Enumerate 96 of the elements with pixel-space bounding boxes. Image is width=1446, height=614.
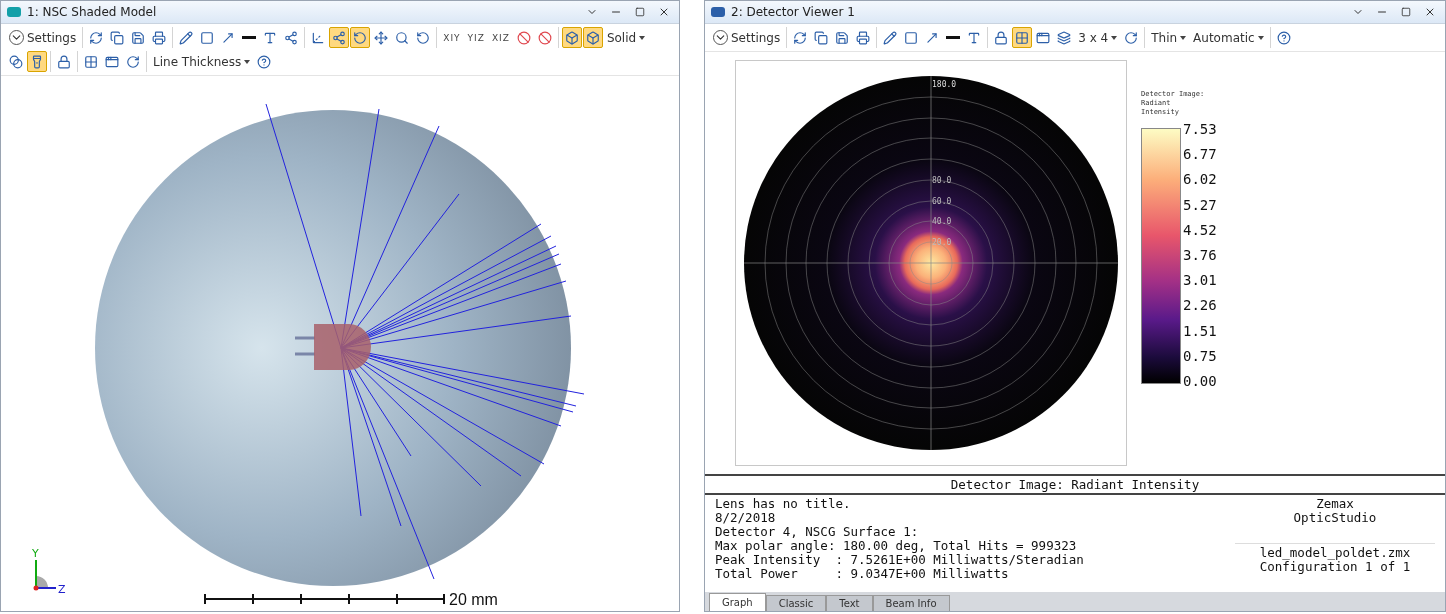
axes-3d-icon xyxy=(311,30,326,45)
report-line: Configuration 1 of 1 xyxy=(1259,560,1411,574)
dropdown-button[interactable]: Automatic xyxy=(1190,27,1267,48)
axis-triad-drawing xyxy=(33,559,57,591)
refresh-icon xyxy=(89,30,104,45)
view-button[interactable]: XIY xyxy=(440,32,464,43)
pencil-icon xyxy=(883,30,898,45)
square-icon xyxy=(200,30,215,45)
report-line: Total Power : 9.0347E+00 Milliwatts xyxy=(715,567,1010,581)
settings-button[interactable]: Settings xyxy=(6,27,80,48)
colorbar-tick-label: 7.53 xyxy=(1183,121,1217,137)
caret-icon xyxy=(1111,35,1118,40)
print-icon xyxy=(856,30,871,45)
report-line: led_model_poldet.zmx xyxy=(1259,546,1411,560)
caret-icon xyxy=(639,35,646,40)
rotate-icon xyxy=(353,30,368,45)
help-icon xyxy=(257,54,272,69)
report-line: 8/2/2018 xyxy=(715,511,777,525)
axis-label: Y xyxy=(32,547,39,560)
arrow-icon xyxy=(925,30,940,45)
windows-icon xyxy=(105,54,119,69)
windows-icon xyxy=(1036,30,1051,45)
rotate-button[interactable] xyxy=(350,27,371,48)
layers-icon xyxy=(1057,30,1072,45)
colorbar-tick-label: 2.26 xyxy=(1183,297,1217,314)
report-line: Zemax xyxy=(1316,497,1354,511)
window-title: 1: NSC Shaded Model xyxy=(27,5,158,19)
caret-icon xyxy=(244,59,251,64)
report-line: Detector 4, NSCG Surface 1: xyxy=(715,525,920,539)
grid-icon xyxy=(84,54,98,69)
colorbar-tick-label: 6.02 xyxy=(1183,171,1217,188)
polar-angle-label: 40.0 xyxy=(932,217,952,226)
cycle-icon xyxy=(1124,30,1139,45)
prohibited-icon xyxy=(516,30,531,45)
move-icon xyxy=(374,30,389,45)
grid-icon xyxy=(1015,30,1030,45)
polar-angle-label: 60.0 xyxy=(932,197,952,206)
dropdown-button[interactable]: Line Thickness xyxy=(150,51,254,72)
settings-button[interactable]: Settings xyxy=(710,27,784,48)
lock-icon xyxy=(57,54,71,69)
search-icon xyxy=(395,30,410,45)
report-line: Peak Intensity : 7.5261E+00 Milliwatts/Steradian xyxy=(715,553,1085,567)
window-icon xyxy=(711,7,725,17)
colorbar-tick-label: 3.76 xyxy=(1183,246,1217,263)
grid-button[interactable] xyxy=(1012,27,1033,48)
arrow-icon xyxy=(221,30,236,45)
window-icon xyxy=(7,7,21,17)
help-icon xyxy=(1276,30,1291,45)
tab[interactable]: Beam Info xyxy=(872,595,950,611)
report-heading: Detector Image: Radiant Intensity xyxy=(950,477,1200,492)
square-icon xyxy=(904,30,919,45)
colorbar-tick-label: 0.00 xyxy=(1183,372,1217,389)
window-title: 2: Detector Viewer 1 xyxy=(731,5,856,19)
axis-label: Z xyxy=(58,583,66,596)
cycle-icon xyxy=(126,54,140,69)
pencil-icon xyxy=(179,30,194,45)
dropdown-button[interactable]: 3 x 4 xyxy=(1075,27,1121,48)
colorbar-tick-label: 0.75 xyxy=(1183,347,1217,364)
colorbar-tick-label: 3.01 xyxy=(1183,272,1217,289)
refresh-icon xyxy=(793,30,808,45)
tab[interactable]: Graph xyxy=(709,593,766,611)
tab[interactable]: Classic xyxy=(765,595,827,611)
cube-icon xyxy=(564,30,579,45)
report-line: Max polar angle: 180.00 deg, Total Hits = 999323 xyxy=(715,539,1078,553)
prohibited-icon xyxy=(537,30,552,45)
letter-a-icon xyxy=(967,30,982,45)
colorbar-tick-label: 5.27 xyxy=(1183,196,1217,213)
report-line: OpticStudio xyxy=(1293,511,1377,525)
tab[interactable]: Text xyxy=(826,595,873,611)
flashlight-button[interactable] xyxy=(27,51,47,72)
colorbar-tick-label: 4.52 xyxy=(1183,221,1217,238)
cube-button[interactable] xyxy=(582,27,603,48)
polar-angle-label: 20.0 xyxy=(932,238,952,247)
report-line: Lens has no title. xyxy=(715,497,852,511)
copy-icon xyxy=(110,30,125,45)
scale-label: 20 mm xyxy=(449,591,498,608)
letter-a-icon xyxy=(263,30,278,45)
dropdown-button[interactable]: Thin xyxy=(1148,27,1190,48)
flashlight-icon xyxy=(30,54,44,69)
lock-icon xyxy=(994,30,1009,45)
copy-icon xyxy=(814,30,829,45)
print-icon xyxy=(152,30,167,45)
view-button[interactable]: XIZ xyxy=(488,32,513,43)
polar-angle-label: 80.0 xyxy=(932,176,952,185)
caret-icon xyxy=(1257,35,1264,40)
reset-icon xyxy=(416,30,431,45)
caret-icon xyxy=(1180,35,1187,40)
save-icon xyxy=(835,30,850,45)
cube-button[interactable] xyxy=(561,27,582,48)
save-icon xyxy=(131,30,146,45)
colorbar-tick-label: 6.77 xyxy=(1183,146,1217,163)
polar-angle-label: 180.0 xyxy=(932,80,957,89)
dropdown-button[interactable]: Solid xyxy=(603,27,649,48)
view-button[interactable]: YIZ xyxy=(464,32,488,43)
cube-icon xyxy=(585,30,600,45)
colorbar-tick-label: 1.51 xyxy=(1183,322,1217,339)
